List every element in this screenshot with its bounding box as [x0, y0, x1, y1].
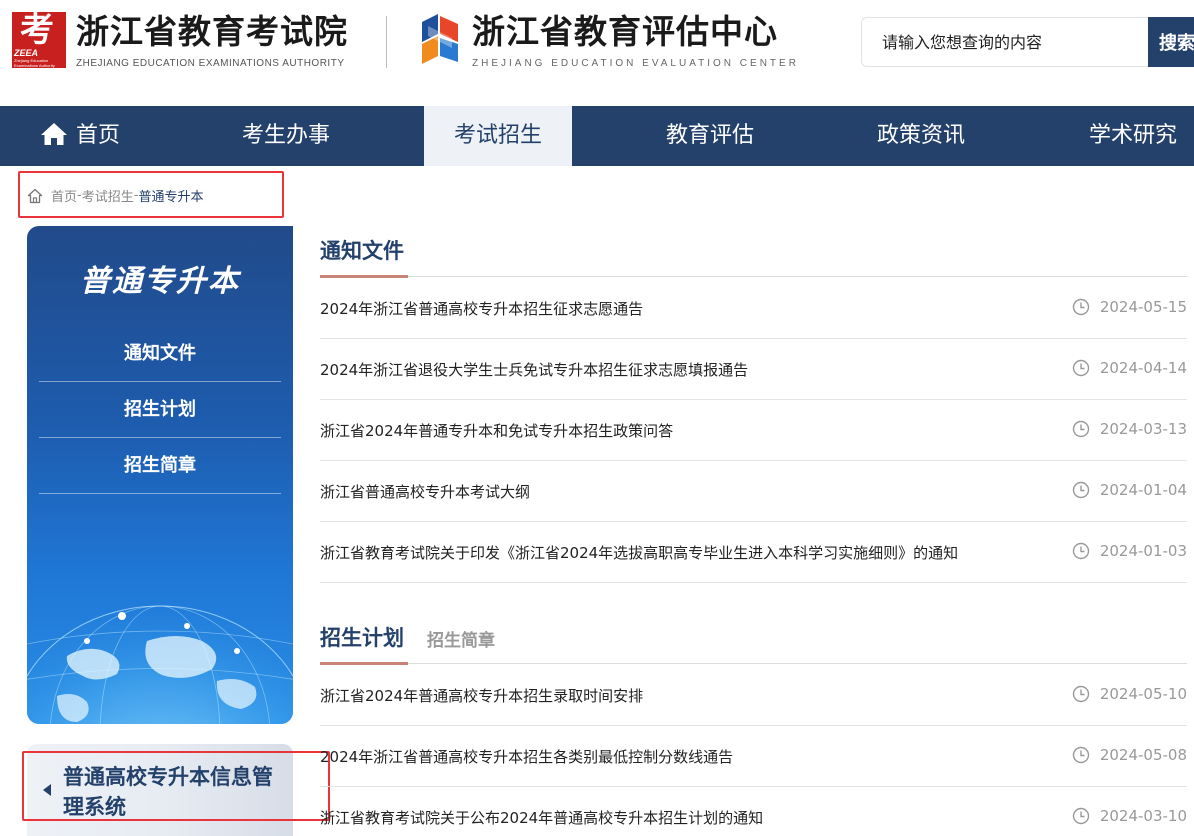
- list-item-title[interactable]: 浙江省教育考试院关于公布2024年普通高校专升本招生计划的通知: [320, 807, 763, 828]
- zeea-mark: 考: [20, 10, 54, 50]
- highlight-box-breadcrumb: [18, 171, 284, 218]
- section-title[interactable]: 招生计划: [320, 622, 404, 652]
- sidebar: 普通专升本 通知文件 招生计划 招生简章: [27, 226, 293, 724]
- evaluation-center-name-en: ZHEJIANG EDUCATION EVALUATION CENTER: [472, 58, 799, 69]
- evaluation-center-emblem-icon: [422, 14, 458, 64]
- list-item-date-wrap: 2024-01-04: [1072, 481, 1187, 499]
- list-item[interactable]: 浙江省教育考试院关于印发《浙江省2024年选拔高职高专毕业生进入本科学习实施细则…: [320, 522, 1187, 583]
- list-item[interactable]: 浙江省教育考试院关于公布2024年普通高校专升本招生计划的通知 2024-03-…: [320, 787, 1187, 836]
- list-item-date: 2024-05-15: [1099, 298, 1187, 316]
- list-item-date-wrap: 2024-03-13: [1072, 420, 1187, 438]
- tab-admission-brochure[interactable]: 招生简章: [427, 626, 495, 651]
- list-item-date: 2024-04-14: [1099, 359, 1187, 377]
- list-item-date-wrap: 2024-04-14: [1072, 359, 1187, 377]
- home-icon: [40, 122, 67, 145]
- nav-item-academic-research[interactable]: 学术研究: [1059, 106, 1194, 166]
- list-item-date: 2024-01-04: [1099, 481, 1187, 499]
- search-button[interactable]: 搜索: [1148, 17, 1194, 67]
- list-item-date: 2024-05-10: [1099, 685, 1187, 703]
- list-item-date: 2024-01-03: [1099, 542, 1187, 560]
- list-item-date-wrap: 2024-03-10: [1072, 807, 1187, 825]
- clock-icon: [1072, 420, 1090, 438]
- sidebar-item-enrollment-plan[interactable]: 招生计划: [39, 382, 281, 438]
- globe-illustration: [27, 605, 293, 724]
- evaluation-center-name: 浙江省教育评估中心: [472, 12, 778, 51]
- sidebar-title: 普通专升本: [80, 264, 240, 299]
- list-item-title[interactable]: 浙江省普通高校专升本考试大纲: [320, 481, 530, 502]
- clock-icon: [1072, 746, 1090, 764]
- clock-icon: [1072, 298, 1090, 316]
- nav-item-label: 考生办事: [241, 123, 330, 148]
- list-item-date-wrap: 2024-05-15: [1072, 298, 1187, 316]
- nav-item-label: 首页: [75, 123, 120, 148]
- list-item-date: 2024-03-10: [1099, 807, 1187, 825]
- exam-authority-logo[interactable]: 考 ZEEA Zhejiang Education Examinations A…: [12, 10, 352, 72]
- section-title[interactable]: 通知文件: [320, 235, 404, 265]
- evaluation-center-logo[interactable]: 浙江省教育评估中心 ZHEJIANG EDUCATION EVALUATION …: [418, 12, 799, 69]
- nav-item-education-evaluation[interactable]: 教育评估: [636, 106, 784, 166]
- clock-icon: [1072, 807, 1090, 825]
- zeea-emblem: 考 ZEEA Zhejiang Education Examinations A…: [12, 10, 66, 68]
- nav-item-label: 政策资讯: [876, 123, 965, 148]
- section-header-notices: 通知文件: [320, 227, 1187, 278]
- list-item[interactable]: 2024年浙江省普通高校专升本招生征求志愿通告 2024-05-15: [320, 278, 1187, 339]
- list-item-date: 2024-03-13: [1099, 420, 1187, 438]
- search-bar: 搜索: [861, 17, 1194, 67]
- nav-item-exam-admission[interactable]: 考试招生: [424, 106, 572, 166]
- nav-item-label: 学术研究: [1088, 123, 1177, 148]
- clock-icon: [1072, 481, 1090, 499]
- exam-authority-name-en: ZHEJIANG EDUCATION EXAMINATIONS AUTHORIT…: [76, 58, 345, 69]
- clock-icon: [1072, 685, 1090, 703]
- list-item[interactable]: 浙江省普通高校专升本考试大纲 2024-01-04: [320, 461, 1187, 522]
- header-divider: [386, 16, 387, 68]
- nav-item-policy-news[interactable]: 政策资讯: [847, 106, 995, 166]
- list-item[interactable]: 浙江省2024年普通专升本和免试专升本招生政策问答 2024-03-13: [320, 400, 1187, 461]
- list-item[interactable]: 2024年浙江省普通高校专升本招生各类别最低控制分数线通告 2024-05-08: [320, 726, 1187, 787]
- list-item-title[interactable]: 2024年浙江省普通高校专升本招生各类别最低控制分数线通告: [320, 746, 733, 767]
- list-item-date-wrap: 2024-05-08: [1072, 746, 1187, 764]
- list-item-title[interactable]: 浙江省教育考试院关于印发《浙江省2024年选拔高职高专毕业生进入本科学习实施细则…: [320, 542, 958, 563]
- highlight-box-banner: [22, 751, 330, 821]
- section-header-enrollment: 招生计划 招生简章: [320, 614, 1187, 665]
- list-item-title[interactable]: 浙江省2024年普通高校专升本招生录取时间安排: [320, 685, 643, 706]
- nav-item-label: 教育评估: [665, 123, 754, 148]
- nav-item-candidate-services[interactable]: 考生办事: [212, 106, 360, 166]
- list-item-date-wrap: 2024-01-03: [1072, 542, 1187, 560]
- site-header: 考 ZEEA Zhejiang Education Examinations A…: [0, 0, 1194, 106]
- list-item-date: 2024-05-08: [1099, 746, 1187, 764]
- list-item-date-wrap: 2024-05-10: [1072, 685, 1187, 703]
- main-nav: 首页 考生办事 考试招生 教育评估 政策资讯 学术研究: [0, 106, 1194, 166]
- zeea-mark-en: ZEEA: [14, 48, 39, 58]
- list-item[interactable]: 2024年浙江省退役大学生士兵免试专升本招生征求志愿填报通告 2024-04-1…: [320, 339, 1187, 400]
- search-input[interactable]: [861, 17, 1149, 67]
- clock-icon: [1072, 542, 1090, 560]
- sidebar-item-notices[interactable]: 通知文件: [39, 326, 281, 382]
- sidebar-item-admission-brochure[interactable]: 招生简章: [39, 438, 281, 494]
- list-item[interactable]: 浙江省2024年普通高校专升本招生录取时间安排 2024-05-10: [320, 665, 1187, 726]
- list-item-title[interactable]: 浙江省2024年普通专升本和免试专升本招生政策问答: [320, 420, 673, 441]
- nav-item-home[interactable]: 首页: [0, 106, 160, 166]
- zeea-mark-sub: Zhejiang Education Examinations Authorit…: [14, 58, 55, 68]
- clock-icon: [1072, 359, 1090, 377]
- list-item-title[interactable]: 2024年浙江省退役大学生士兵免试专升本招生征求志愿填报通告: [320, 359, 748, 380]
- sidebar-menu: 通知文件 招生计划 招生简章: [39, 326, 281, 494]
- exam-authority-name: 浙江省教育考试院: [76, 12, 348, 51]
- nav-item-label: 考试招生: [453, 123, 542, 148]
- list-item-title[interactable]: 2024年浙江省普通高校专升本招生征求志愿通告: [320, 298, 643, 319]
